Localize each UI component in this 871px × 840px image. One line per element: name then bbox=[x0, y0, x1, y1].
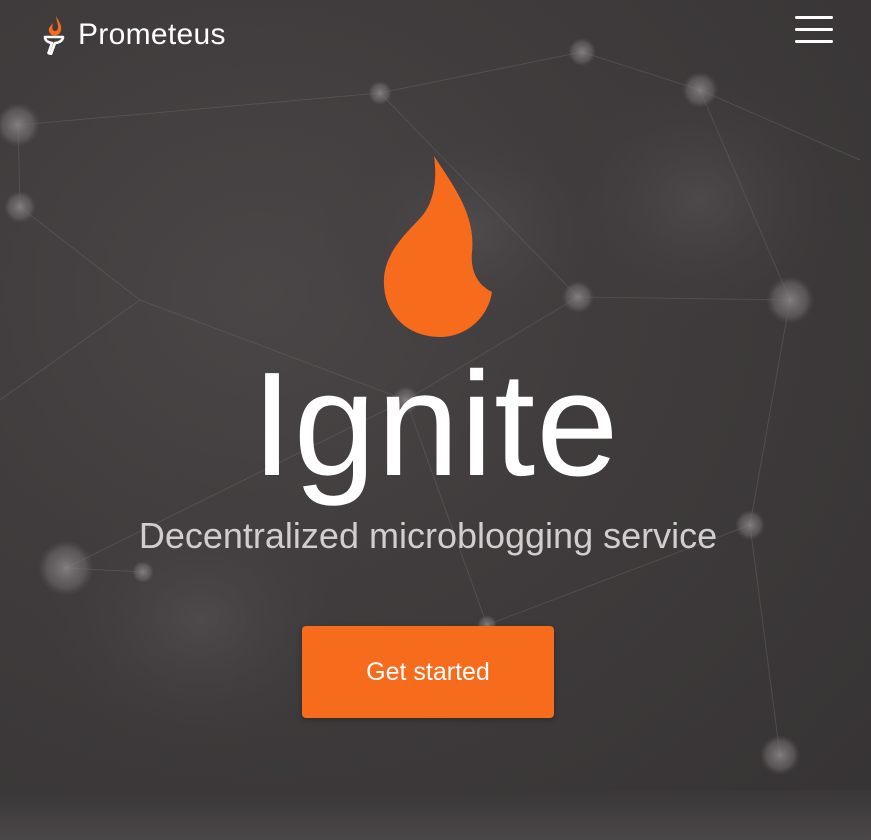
get-started-button[interactable]: Get started bbox=[302, 626, 554, 718]
menu-bar-middle bbox=[795, 28, 833, 31]
hamburger-menu-icon[interactable] bbox=[790, 12, 838, 48]
hero-tagline: Decentralized microblogging service bbox=[138, 515, 718, 556]
torch-flame-icon bbox=[43, 16, 65, 55]
hero-headline: Ignite bbox=[251, 342, 620, 507]
hero-section: Prometeus Ignite Decentralized microblog… bbox=[0, 0, 871, 840]
menu-bar-bottom bbox=[795, 40, 833, 43]
menu-bar-top bbox=[795, 16, 833, 19]
bottom-band bbox=[0, 790, 871, 840]
brand-name: Prometeus bbox=[78, 18, 226, 51]
brand-logo-link[interactable]: Prometeus bbox=[42, 12, 226, 58]
flame-icon bbox=[383, 156, 492, 337]
